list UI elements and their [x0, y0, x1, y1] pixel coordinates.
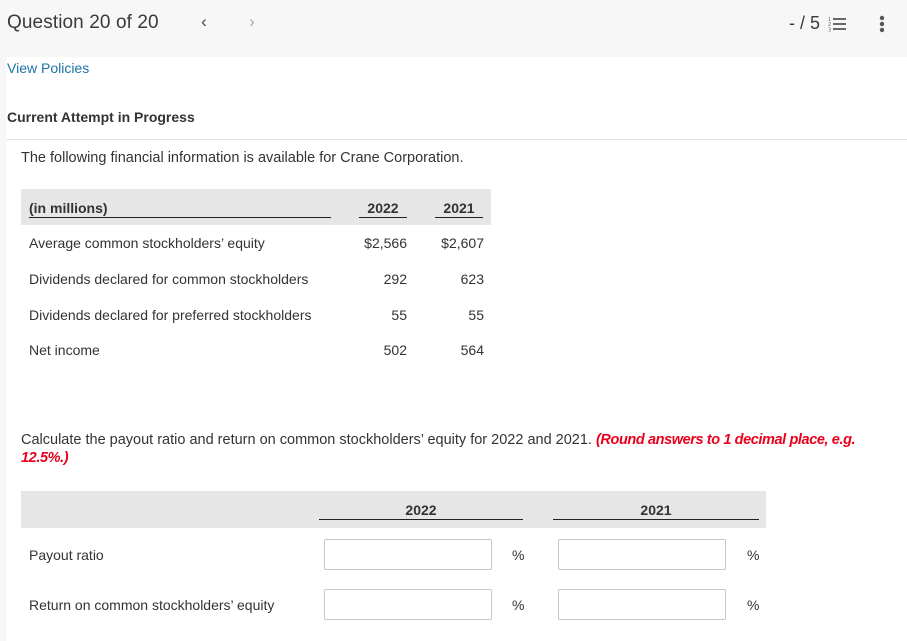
payout-ratio-2021-input[interactable] [558, 539, 726, 570]
question-list-button[interactable]: 1 2 3 [828, 16, 850, 34]
value-2021: $2,607 [441, 235, 484, 251]
answer-table-header: 2022 2021 [21, 491, 766, 528]
answer-header-2021: 2021 [553, 502, 759, 520]
view-policies-link[interactable]: View Policies [7, 60, 89, 76]
attempt-status-heading: Current Attempt in Progress [7, 109, 195, 125]
value-2021: 623 [460, 271, 484, 287]
question-intro: The following financial information is a… [21, 150, 464, 166]
info-table-header: (in millions) 2022 2021 [21, 189, 491, 225]
value-2022: 502 [383, 342, 407, 358]
score-display: - / 5 [789, 13, 821, 33]
table-row: Average common stockholders’ equity $2,5… [21, 235, 491, 255]
row-label: Dividends declared for preferred stockho… [29, 307, 312, 323]
instruction-text: Calculate the payout ratio and return on… [21, 432, 596, 448]
row-label: Return on common stockholders’ equity [29, 597, 275, 613]
question-header-bar: Question 20 of 20 ‹ › - / 5 1 2 3 [0, 0, 907, 57]
question-counter: Question 20 of 20 [7, 12, 159, 33]
answer-row-payout-ratio: Payout ratio % % [21, 539, 781, 571]
chevron-left-icon: ‹ [201, 12, 207, 31]
next-question-button[interactable]: › [244, 12, 260, 32]
numbered-list-icon: 1 2 3 [828, 17, 846, 34]
answer-row-return-on-equity: Return on common stockholders’ equity % … [21, 589, 781, 621]
value-2022: 292 [383, 271, 407, 287]
question-instruction: Calculate the payout ratio and return on… [21, 431, 861, 467]
table-row: Dividends declared for common stockholde… [21, 271, 491, 291]
section-divider [6, 139, 907, 140]
question-content: View Policies Current Attempt in Progres… [6, 57, 907, 641]
row-label: Dividends declared for common stockholde… [29, 271, 309, 287]
value-2021: 564 [460, 342, 484, 358]
percent-unit: % [512, 597, 525, 613]
table-row: Net income 502 564 [21, 342, 491, 362]
payout-ratio-2022-input[interactable] [324, 539, 492, 570]
info-header-2021: 2021 [435, 200, 483, 218]
row-label: Payout ratio [29, 547, 104, 563]
previous-question-button[interactable]: ‹ [196, 12, 212, 32]
value-2022: 55 [391, 307, 407, 323]
answer-header-2022: 2022 [319, 502, 523, 520]
more-options-button[interactable] [878, 14, 886, 34]
chevron-right-icon: › [249, 12, 255, 31]
more-vertical-icon [879, 15, 885, 33]
row-label: Average common stockholders’ equity [29, 235, 265, 251]
return-on-equity-2021-input[interactable] [558, 589, 726, 620]
value-2022: $2,566 [364, 235, 407, 251]
percent-unit: % [747, 597, 760, 613]
value-2021: 55 [468, 307, 484, 323]
return-on-equity-2022-input[interactable] [324, 589, 492, 620]
svg-text:3: 3 [828, 28, 831, 33]
info-header-2022: 2022 [359, 200, 407, 218]
info-header-label: (in millions) [29, 200, 331, 218]
percent-unit: % [512, 547, 525, 563]
table-row: Dividends declared for preferred stockho… [21, 307, 491, 327]
percent-unit: % [747, 547, 760, 563]
row-label: Net income [29, 342, 100, 358]
